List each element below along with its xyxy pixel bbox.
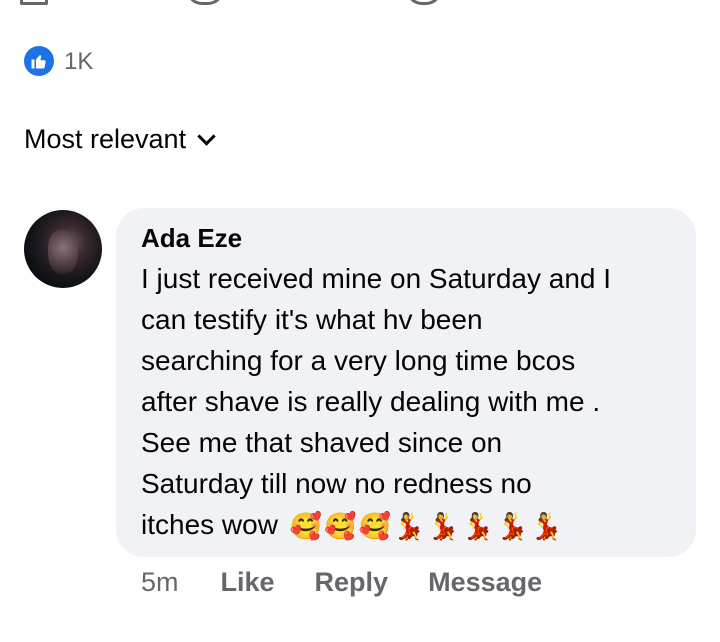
comment-text-line: after shave is really dealing with me . bbox=[141, 386, 601, 417]
smiling-face-hearts-emoji: 🥰 bbox=[358, 511, 391, 542]
dancer-emoji: 💃 bbox=[392, 511, 426, 542]
thumbs-up-icon[interactable] bbox=[24, 46, 54, 76]
sort-selector[interactable]: Most relevant bbox=[24, 124, 216, 155]
comment-text-line: I just received mine on Saturday and I bbox=[141, 263, 612, 294]
comment-text-line-last: itches wow 🥰 🥰 🥰 💃 💃 💃 💃 💃 bbox=[141, 504, 670, 545]
avatar[interactable] bbox=[24, 210, 102, 288]
comment-text-line: can testify it's what hv been bbox=[141, 304, 483, 335]
message-button[interactable]: Message bbox=[428, 567, 542, 598]
smiling-face-hearts-emoji: 🥰 bbox=[324, 511, 357, 542]
chevron-down-icon bbox=[197, 127, 216, 146]
comment-text-end: itches wow bbox=[141, 509, 278, 540]
comment-actions: 5m Like Reply Message bbox=[141, 567, 582, 598]
like-button[interactable]: Like bbox=[221, 567, 275, 598]
comment-box-icon[interactable] bbox=[20, 0, 48, 5]
emoji-group: 🥰 🥰 🥰 💃 💃 💃 💃 💃 bbox=[290, 513, 563, 541]
comment-text-line: Saturday till now no redness no bbox=[141, 468, 532, 499]
messenger-icon[interactable] bbox=[406, 0, 442, 5]
comment-icon[interactable] bbox=[186, 0, 224, 5]
reaction-count[interactable]: 1K bbox=[64, 48, 93, 76]
comment-text-line: See me that shaved since on bbox=[141, 427, 503, 458]
dancer-emoji: 💃 bbox=[495, 511, 529, 542]
dancer-emoji: 💃 bbox=[530, 511, 563, 542]
share-icon[interactable] bbox=[576, 0, 600, 2]
smiling-face-hearts-emoji: 🥰 bbox=[289, 511, 323, 542]
comment-timestamp[interactable]: 5m bbox=[141, 567, 179, 598]
comment-text-line: searching for a very long time bcos bbox=[141, 345, 576, 376]
dancer-emoji: 💃 bbox=[427, 511, 460, 542]
sort-label: Most relevant bbox=[24, 124, 187, 154]
dancer-emoji: 💃 bbox=[461, 511, 494, 542]
reply-button[interactable]: Reply bbox=[315, 567, 389, 598]
comment-author[interactable]: Ada Eze bbox=[141, 222, 670, 254]
comment-bubble: Ada Eze I just received mine on Saturday… bbox=[116, 208, 696, 557]
